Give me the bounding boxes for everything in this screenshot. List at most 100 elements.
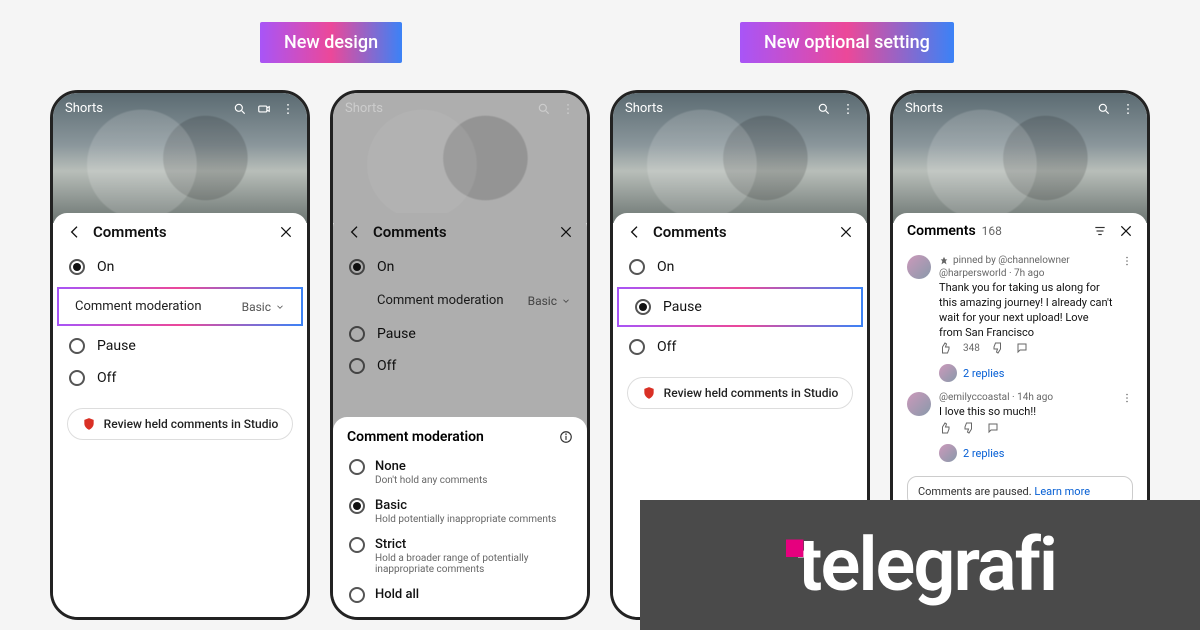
review-button[interactable]: Review held comments in Studio [627, 377, 853, 409]
mod-option-holdall[interactable]: Hold all [347, 581, 573, 609]
back-icon[interactable] [627, 224, 643, 240]
avatar-icon [907, 255, 931, 279]
shorts-tab[interactable]: Shorts [905, 101, 943, 116]
more-icon[interactable] [1121, 102, 1135, 116]
paused-text: Comments are paused. [918, 485, 1032, 498]
watermark-dot-icon: ■ [784, 526, 804, 568]
option-off-label: Off [97, 370, 116, 386]
comment-2[interactable]: @emilyccoastal · 14h ago I love this so … [893, 386, 1147, 440]
mod-option-none[interactable]: NoneDon't hold any comments [347, 453, 573, 492]
replies-label: 2 replies [963, 447, 1004, 460]
option-pause-label: Pause [663, 299, 702, 315]
close-icon[interactable] [839, 225, 853, 239]
back-icon[interactable] [67, 224, 83, 240]
dislike-icon[interactable] [963, 422, 975, 434]
option-off[interactable]: Off [333, 350, 587, 382]
shorts-tab[interactable]: Shorts [345, 101, 383, 116]
moderation-sheet-header: Comment moderation [347, 429, 573, 445]
replies-label: 2 replies [963, 367, 1004, 380]
close-icon[interactable] [559, 225, 573, 239]
replies-1[interactable]: 2 replies [893, 360, 1147, 386]
moderation-label: Comment moderation [377, 293, 504, 308]
radio-icon [349, 498, 365, 514]
video-top-bar: Shorts [905, 101, 1135, 116]
option-on[interactable]: On [613, 251, 867, 283]
radio-icon [349, 459, 365, 475]
radio-on-icon [349, 259, 365, 275]
search-icon[interactable] [817, 102, 831, 116]
sheet-title: Comments [373, 223, 447, 241]
reply-icon[interactable] [1016, 342, 1028, 354]
radio-pause-icon [69, 338, 85, 354]
radio-pause-icon [635, 299, 651, 315]
watermark: ■ telegrafi [640, 500, 1200, 630]
video-thumbnail: Shorts [333, 93, 587, 223]
video-top-bar: Shorts [625, 101, 855, 116]
comment-meta: @emilyccoastal · 14h ago [939, 392, 1113, 403]
info-icon[interactable] [559, 430, 573, 444]
shield-icon [642, 386, 656, 400]
option-pause[interactable]: Pause [53, 330, 307, 362]
moderation-row[interactable]: Comment moderation Basic [333, 283, 587, 318]
review-button[interactable]: Review held comments in Studio [67, 408, 293, 440]
more-icon[interactable] [1121, 255, 1133, 267]
option-pause[interactable]: Pause [619, 289, 861, 325]
option-pause-label: Pause [97, 338, 136, 354]
comment-actions [939, 422, 1113, 434]
review-label: Review held comments in Studio [664, 386, 839, 400]
moderation-bottom-sheet: Comment moderation NoneDon't hold any co… [333, 417, 587, 617]
comments-settings-sheet: Comments On Comment moderation Basic [53, 213, 307, 617]
option-pause[interactable]: Pause [333, 318, 587, 350]
like-count: 348 [963, 343, 980, 354]
more-icon[interactable] [281, 102, 295, 116]
option-on[interactable]: On [53, 251, 307, 283]
option-on-label: On [377, 259, 394, 275]
reply-icon[interactable] [987, 422, 999, 434]
more-icon[interactable] [1121, 392, 1133, 404]
video-top-bar: Shorts [345, 101, 575, 116]
dislike-icon[interactable] [992, 342, 1004, 354]
like-icon[interactable] [939, 342, 951, 354]
option-on[interactable]: On [333, 251, 587, 283]
mod-none-desc: Don't hold any comments [375, 475, 487, 486]
phone-2: Shorts Comments On Comment moderati [330, 90, 590, 620]
sort-icon[interactable] [1093, 224, 1107, 238]
mod-strict-desc: Hold a broader range of potentially inap… [375, 553, 571, 575]
moderation-label: Comment moderation [75, 299, 202, 314]
search-icon[interactable] [537, 102, 551, 116]
comment-1[interactable]: pinned by @channelowner @harpersworld · … [893, 249, 1147, 360]
option-off-label: Off [657, 339, 676, 355]
sheet-header: Comments [53, 213, 307, 251]
avatar-icon [939, 364, 957, 382]
search-icon[interactable] [1097, 102, 1111, 116]
radio-on-icon [629, 259, 645, 275]
mod-option-strict[interactable]: StrictHold a broader range of potentiall… [347, 531, 573, 581]
replies-2[interactable]: 2 replies [893, 440, 1147, 466]
like-icon[interactable] [939, 422, 951, 434]
mod-strict-label: Strict [375, 537, 571, 552]
close-icon[interactable] [279, 225, 293, 239]
radio-off-icon [349, 358, 365, 374]
option-off[interactable]: Off [613, 331, 867, 363]
close-icon[interactable] [1119, 224, 1133, 238]
learn-more-link[interactable]: Learn more [1034, 485, 1090, 498]
mod-option-basic[interactable]: BasicHold potentially inappropriate comm… [347, 492, 573, 531]
search-icon[interactable] [233, 102, 247, 116]
moderation-row[interactable]: Comment moderation Basic [59, 289, 301, 324]
option-off[interactable]: Off [53, 362, 307, 394]
moderation-highlight: Comment moderation Basic [57, 287, 303, 326]
review-label: Review held comments in Studio [104, 417, 279, 431]
back-icon[interactable] [347, 224, 363, 240]
shorts-tab[interactable]: Shorts [65, 101, 103, 116]
comment-actions: 348 [939, 342, 1113, 354]
pin-icon [939, 256, 949, 266]
more-icon[interactable] [841, 102, 855, 116]
video-top-bar: Shorts [65, 101, 295, 116]
shorts-tab[interactable]: Shorts [625, 101, 663, 116]
moderation-value: Basic [528, 294, 557, 308]
pause-highlight: Pause [617, 287, 863, 327]
camera-icon[interactable] [257, 102, 271, 116]
badge-new-design: New design [260, 22, 402, 63]
more-icon[interactable] [561, 102, 575, 116]
radio-icon [349, 587, 365, 603]
